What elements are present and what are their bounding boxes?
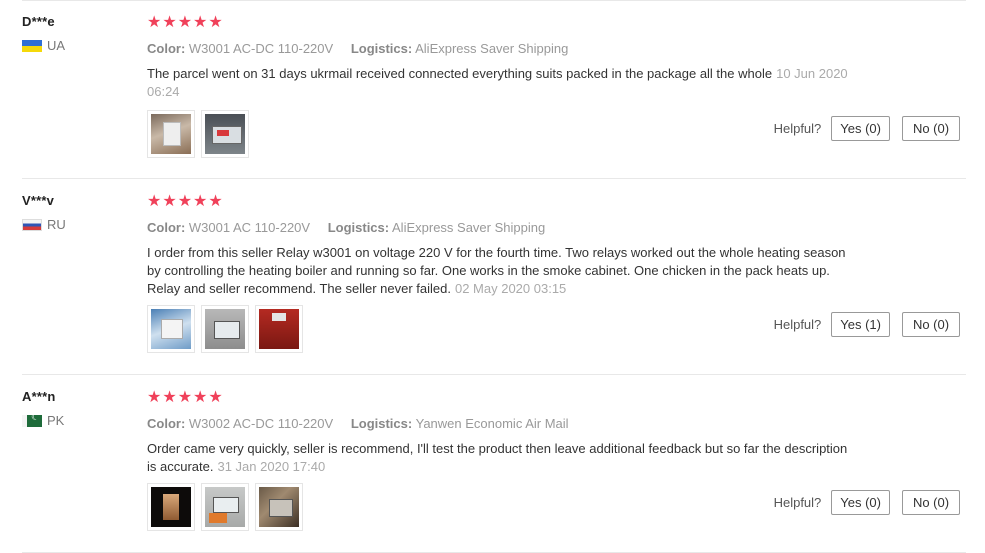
helpful-vote: Helpful? Yes (0) No (0) bbox=[774, 490, 960, 515]
reviewer-info: A***n PK bbox=[22, 389, 132, 428]
color-label: Color: bbox=[147, 41, 186, 56]
packaged-relay-photo bbox=[151, 309, 191, 349]
order-info: Color: W3002 AC-DC 110-220V Logistics: Y… bbox=[147, 416, 867, 432]
logistics-value: AliExpress Saver Shipping bbox=[415, 41, 569, 56]
helpful-yes-button[interactable]: Yes (1) bbox=[831, 312, 890, 337]
review-date: 02 May 2020 03:15 bbox=[454, 281, 567, 296]
review-photo-thumbnail[interactable] bbox=[147, 483, 195, 531]
review-text: The parcel went on 31 days ukrmail recei… bbox=[147, 65, 859, 101]
review-content: ★★★★★ Color: W3001 AC-DC 110-220V Logist… bbox=[147, 14, 867, 101]
color-label: Color: bbox=[147, 416, 186, 431]
color-label: Color: bbox=[147, 220, 186, 235]
controller-photo bbox=[205, 487, 245, 527]
review-photo-thumbnail[interactable] bbox=[147, 110, 195, 158]
pakistan-flag-icon bbox=[22, 414, 42, 427]
review-item: V***v RU ★★★★★ Color: W3001 AC 110-220V … bbox=[0, 179, 985, 375]
logistics-label: Logistics: bbox=[350, 41, 413, 56]
reviewer-info: V***v RU bbox=[22, 193, 132, 232]
helpful-no-button[interactable]: No (0) bbox=[902, 312, 960, 337]
order-info: Color: W3001 AC 110-220V Logistics: AliE… bbox=[147, 220, 867, 236]
logistics-value: Yanwen Economic Air Mail bbox=[415, 416, 569, 431]
review-photos bbox=[147, 305, 303, 353]
relay-photo bbox=[151, 114, 191, 154]
logistics-label: Logistics: bbox=[350, 416, 413, 431]
star-rating: ★★★★★ bbox=[147, 14, 224, 31]
review-content: ★★★★★ Color: W3002 AC-DC 110-220V Logist… bbox=[147, 389, 867, 476]
review-photo-thumbnail[interactable] bbox=[201, 110, 249, 158]
feedback-list: D***e UA ★★★★★ Color: W3001 AC-DC 110-22… bbox=[0, 0, 985, 553]
review-photo-thumbnail[interactable] bbox=[147, 305, 195, 353]
logistics-label: Logistics: bbox=[327, 220, 390, 235]
reviewer-name: A***n bbox=[22, 389, 56, 404]
helpful-no-button[interactable]: No (0) bbox=[902, 490, 960, 515]
reviewer-info: D***e UA bbox=[22, 14, 132, 53]
probe-photo bbox=[151, 487, 191, 527]
review-photo-thumbnail[interactable] bbox=[255, 483, 303, 531]
wiring-photo bbox=[259, 487, 299, 527]
review-date: 31 Jan 2020 17:40 bbox=[217, 459, 326, 474]
reviewer-name: V***v bbox=[22, 193, 55, 208]
red-cabinet-photo bbox=[259, 309, 299, 349]
color-value: W3002 AC-DC 110-220V bbox=[188, 416, 334, 431]
star-rating: ★★★★★ bbox=[147, 389, 224, 406]
ukraine-flag-icon bbox=[22, 39, 42, 52]
helpful-label: Helpful? bbox=[773, 317, 822, 332]
reviewer-name: D***e bbox=[22, 14, 55, 29]
helpful-vote: Helpful? Yes (0) No (0) bbox=[774, 116, 960, 141]
country-code: UA bbox=[47, 38, 66, 53]
helpful-no-button[interactable]: No (0) bbox=[902, 116, 960, 141]
installed-relay-photo bbox=[205, 309, 245, 349]
reviewer-country: UA bbox=[22, 38, 132, 53]
review-photo-thumbnail[interactable] bbox=[201, 305, 249, 353]
russia-flag-icon bbox=[22, 218, 42, 231]
reviewer-country: PK bbox=[22, 413, 132, 428]
helpful-yes-button[interactable]: Yes (0) bbox=[831, 116, 890, 141]
review-content: ★★★★★ Color: W3001 AC 110-220V Logistics… bbox=[147, 193, 867, 298]
review-body: The parcel went on 31 days ukrmail recei… bbox=[147, 66, 773, 81]
country-code: PK bbox=[47, 413, 65, 428]
color-value: W3001 AC-DC 110-220V bbox=[188, 41, 334, 56]
helpful-label: Helpful? bbox=[773, 495, 822, 510]
helpful-vote: Helpful? Yes (1) No (0) bbox=[774, 312, 960, 337]
review-photo-thumbnail[interactable] bbox=[201, 483, 249, 531]
star-rating: ★★★★★ bbox=[147, 193, 224, 210]
review-photos bbox=[147, 110, 249, 158]
order-info: Color: W3001 AC-DC 110-220V Logistics: A… bbox=[147, 41, 867, 57]
country-code: RU bbox=[47, 217, 66, 232]
logistics-value: AliExpress Saver Shipping bbox=[392, 220, 546, 235]
reviewer-country: RU bbox=[22, 217, 132, 232]
review-photos bbox=[147, 483, 303, 531]
review-item: A***n PK ★★★★★ Color: W3002 AC-DC 110-22… bbox=[0, 375, 985, 553]
relay-display-photo bbox=[205, 114, 245, 154]
helpful-yes-button[interactable]: Yes (0) bbox=[831, 490, 890, 515]
review-photo-thumbnail[interactable] bbox=[255, 305, 303, 353]
review-item: D***e UA ★★★★★ Color: W3001 AC-DC 110-22… bbox=[0, 0, 985, 179]
review-text: I order from this seller Relay w3001 on … bbox=[147, 244, 859, 298]
review-text: Order came very quickly, seller is recom… bbox=[147, 440, 859, 476]
helpful-label: Helpful? bbox=[773, 121, 822, 136]
color-value: W3001 AC 110-220V bbox=[188, 220, 311, 235]
